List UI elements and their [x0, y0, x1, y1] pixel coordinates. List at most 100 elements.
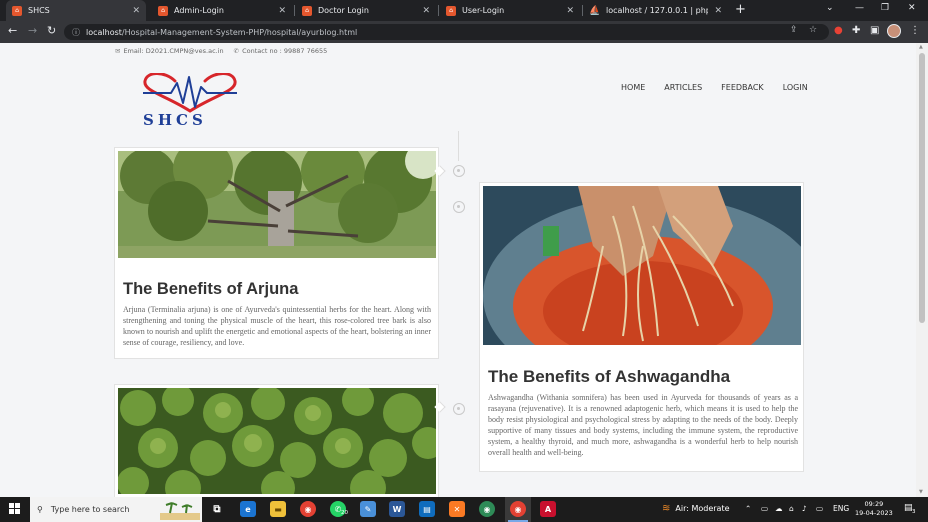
xampp-icon[interactable]: ✕ — [449, 501, 465, 517]
contact-email: Email: D2021.CMPN@ves.ac.in — [123, 47, 224, 55]
word-icon[interactable]: W — [389, 501, 405, 517]
tray-chevron-up-icon[interactable]: ⌃ — [745, 504, 751, 513]
article-body: Ashwagandha (Withania somnifera) has bee… — [488, 393, 798, 457]
envelope-icon: ✉ — [115, 47, 121, 55]
url-path: /Hospital-Management-System-PHP/hospital… — [121, 27, 358, 37]
tab-admin-login[interactable]: ⌂ Admin-Login ✕ — [152, 0, 292, 21]
back-arrow-icon[interactable]: ← — [8, 24, 17, 37]
article-card-arjuna: The Benefits of Arjuna Arjuna (Terminali… — [114, 147, 446, 359]
edge-icon[interactable]: e — [240, 501, 256, 517]
tab-close-icon[interactable]: ✕ — [566, 6, 574, 16]
url-host: localhost — [86, 27, 122, 37]
xampp-favicon-icon: ⌂ — [158, 5, 168, 16]
tab-label: SHCS — [28, 6, 50, 15]
nav-home[interactable]: HOME — [621, 83, 645, 92]
reload-icon[interactable]: ↻ — [47, 24, 56, 37]
tab-close-icon[interactable]: ✕ — [714, 6, 722, 16]
nav-login[interactable]: LOGIN — [783, 83, 808, 92]
xampp-favicon-icon: ⌂ — [12, 5, 22, 16]
side-panel-icon[interactable]: ▣ — [870, 25, 879, 36]
article-title[interactable]: The Benefits of Arjuna — [123, 280, 298, 299]
tray-network-icon[interactable]: ⌂ — [789, 504, 794, 513]
tab-label: localhost / 127.0.0.1 | phpMyAdm — [606, 6, 709, 15]
timeline-node-icon — [453, 403, 465, 415]
taskbar-clock[interactable]: 09:29 19-04-2023 — [855, 500, 893, 518]
tab-close-icon[interactable]: ✕ — [422, 6, 430, 16]
article-card-herbs — [114, 384, 446, 497]
card-pointer — [434, 401, 446, 413]
search-highlight-beach-icon — [160, 499, 200, 520]
timeline-line — [458, 131, 459, 161]
tray-volume-icon[interactable]: ♪ — [802, 504, 807, 513]
forward-arrow-icon[interactable]: → — [28, 24, 37, 37]
top-info-bar: ✉ Email: D2021.CMPN@ves.ac.in ✆ Contact no… — [115, 47, 327, 55]
tray-battery-icon[interactable]: ▭ — [816, 504, 823, 513]
main-nav: HOME ARTICLES FEEDBACK LOGIN — [621, 83, 808, 92]
search-placeholder: Type here to search — [50, 505, 130, 514]
chrome-profile-icon[interactable]: ◉ — [479, 501, 495, 517]
notification-count: 3 — [912, 509, 916, 515]
chrome-active-icon[interactable]: ◉ — [510, 501, 526, 517]
browser-toolbar: ← → ↻ ⓘ localhost/Hospital-Management-Sy… — [0, 21, 928, 43]
store-icon[interactable]: ▤ — [419, 501, 435, 517]
menu-kebab-icon[interactable]: ⋮ — [910, 25, 920, 36]
tab-user-login[interactable]: ⌂ User-Login ✕ — [440, 0, 580, 21]
restore-icon[interactable]: ❐ — [881, 3, 889, 13]
tab-label: User-Login — [462, 6, 505, 15]
nav-feedback[interactable]: FEEDBACK — [721, 83, 764, 92]
clock-time: 09:29 — [864, 500, 884, 508]
scroll-up-arrow-icon[interactable]: ▲ — [919, 44, 923, 50]
close-window-icon[interactable]: ✕ — [908, 3, 916, 13]
timeline-node-icon — [453, 201, 465, 213]
logo-text: SHCS — [143, 111, 207, 129]
extension-red-icon[interactable]: ● — [834, 25, 843, 36]
tray-language[interactable]: ENG — [833, 504, 849, 513]
address-bar[interactable]: ⓘ localhost/Hospital-Management-System-P… — [64, 24, 829, 40]
xampp-favicon-icon: ⌂ — [302, 5, 312, 16]
article-title[interactable]: The Benefits of Ashwagandha — [488, 367, 730, 387]
bookmark-star-icon[interactable]: ☆ — [809, 25, 817, 35]
search-icon: ⚲ — [37, 505, 43, 514]
scrollbar-thumb[interactable] — [919, 53, 925, 323]
tab-close-icon[interactable]: ✕ — [132, 6, 140, 16]
chrome-icon[interactable]: ◉ — [300, 501, 316, 517]
tab-search-chevron-icon[interactable]: ⌄ — [826, 3, 834, 13]
leafy-herb-image — [118, 388, 436, 494]
nav-articles[interactable]: ARTICLES — [664, 83, 702, 92]
notes-app-icon[interactable]: ✎ — [360, 501, 376, 517]
tab-close-icon[interactable]: ✕ — [278, 6, 286, 16]
web-page: ✉ Email: D2021.CMPN@ves.ac.in ✆ Contact no… — [0, 43, 916, 497]
page-scrollbar[interactable]: ▲ ▼ — [916, 43, 928, 497]
article-card-ashwagandha: The Benefits of Ashwagandha Ashwagandha … — [479, 182, 804, 472]
whatsapp-badge: 20 — [341, 510, 348, 516]
windows-taskbar: ⚲ Type here to search ⧉ e ▬ ◉ ✆ 20 ✎ W ▤… — [0, 497, 928, 522]
weather-text: Air: Moderate — [675, 504, 730, 513]
tray-cloud-icon[interactable]: ☁ — [775, 504, 783, 513]
browser-tab-strip: ⌂ SHCS ✕ ⌂ Admin-Login ✕ ⌂ Doctor Login … — [0, 0, 928, 21]
phone-icon: ✆ — [233, 47, 240, 55]
tab-doctor-login[interactable]: ⌂ Doctor Login ✕ — [296, 0, 436, 21]
card-pointer — [434, 165, 446, 177]
tab-label: Admin-Login — [174, 6, 224, 15]
timeline-node-icon — [453, 165, 465, 177]
tab-divider — [438, 5, 439, 16]
share-icon[interactable]: ⇪ — [790, 25, 798, 35]
weather-widget[interactable]: ≋ Air: Moderate — [662, 503, 730, 514]
tab-phpmyadmin[interactable]: ⛵ localhost / 127.0.0.1 | phpMyAdm ✕ — [584, 0, 728, 21]
acrobat-icon[interactable]: A — [540, 501, 556, 517]
windows-start-icon[interactable] — [9, 503, 21, 515]
contact-phone: Contact no : 99887 76655 — [242, 47, 328, 55]
tab-divider — [294, 5, 295, 16]
profile-avatar[interactable] — [887, 24, 901, 38]
new-tab-plus-icon[interactable]: + — [735, 2, 746, 17]
ashwagandha-roots-image — [483, 186, 801, 345]
phpmyadmin-favicon-icon: ⛵ — [589, 5, 601, 16]
task-view-icon[interactable]: ⧉ — [209, 501, 225, 517]
scroll-down-arrow-icon[interactable]: ▼ — [919, 489, 923, 495]
tray-meet-icon[interactable]: ▭ — [761, 504, 768, 513]
site-info-icon[interactable]: ⓘ — [72, 27, 80, 38]
minimize-icon[interactable]: — — [855, 3, 864, 13]
extensions-puzzle-icon[interactable]: ✚ — [852, 25, 860, 36]
file-explorer-icon[interactable]: ▬ — [270, 501, 286, 517]
tab-shcs[interactable]: ⌂ SHCS ✕ — [6, 0, 146, 21]
